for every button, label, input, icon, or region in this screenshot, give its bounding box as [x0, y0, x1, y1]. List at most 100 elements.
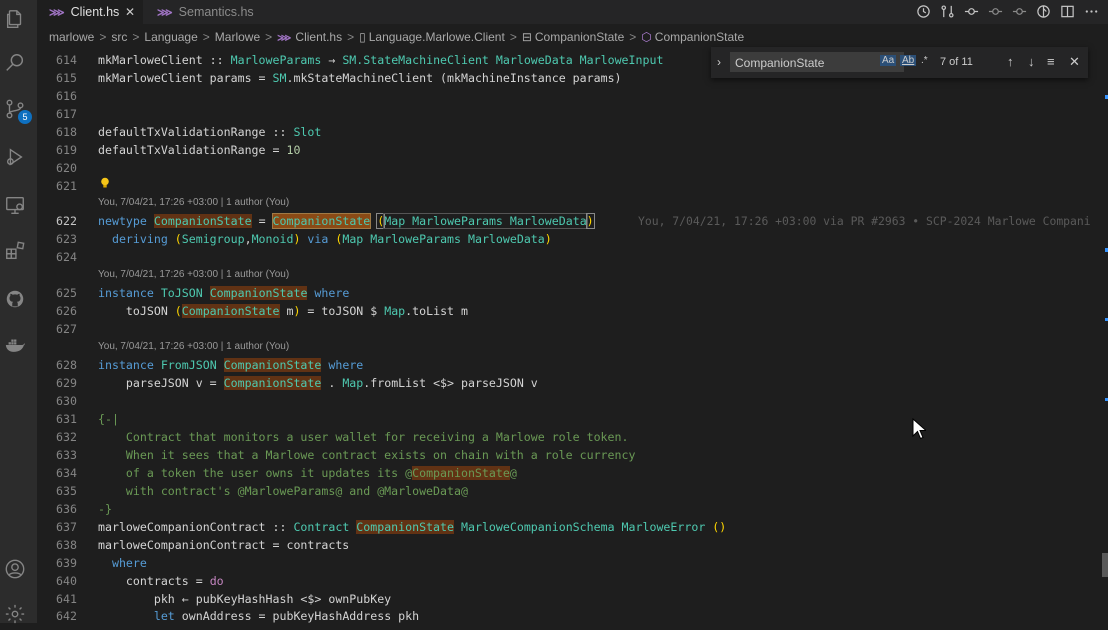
- source-control-icon[interactable]: 5: [4, 98, 32, 124]
- tab-semantics-hs[interactable]: ⋙ Semantics.hs: [143, 0, 267, 24]
- breadcrumb-separator: >: [265, 30, 273, 44]
- tab-bar: ⋙ Client.hs ✕ ⋙ Semantics.hs: [37, 0, 1108, 24]
- code-lens-author[interactable]: You, 7/04/21, 17:26 +03:00 | 1 author (Y…: [98, 197, 289, 208]
- source-control-badge: 5: [18, 110, 32, 124]
- code-line: 620: [37, 159, 1108, 177]
- code-text: When it sees that a Marlowe contract exi…: [98, 448, 636, 462]
- line-number: 624: [56, 250, 77, 264]
- code-text: pkh ← pubKeyHashHash <$> ownPubKey: [98, 592, 392, 606]
- github-icon[interactable]: [4, 288, 26, 310]
- code-line-current: 622 newtype CompanionState = CompanionSta…: [37, 212, 1108, 230]
- line-number: 619: [56, 143, 77, 157]
- code-line: 618 defaultTxValidationRange :: Slot: [37, 123, 1108, 141]
- code-line: 637 marloweCompanionContract :: Contract …: [37, 518, 1108, 536]
- code-line: 625 instance ToJSON CompanionState where: [37, 284, 1108, 302]
- code-line: 632 Contract that monitors a user wallet…: [37, 428, 1108, 446]
- find-in-selection-icon[interactable]: ≡: [1047, 54, 1055, 69]
- line-number: 635: [56, 484, 77, 498]
- haskell-icon: ⋙: [157, 7, 173, 19]
- breadcrumb-separator: >: [509, 30, 517, 44]
- breadcrumb-separator: >: [132, 30, 140, 44]
- line-number: 618: [56, 125, 77, 139]
- breadcrumb-item[interactable]: Language: [144, 30, 197, 44]
- docker-icon[interactable]: [4, 334, 26, 356]
- remote-explorer-icon[interactable]: [4, 194, 26, 216]
- code-lens-author[interactable]: You, 7/04/21, 17:26 +03:00 | 1 author (Y…: [98, 269, 289, 280]
- toggle-replace-chevron-icon[interactable]: ›: [717, 55, 721, 69]
- activity-bar: 5: [0, 0, 37, 625]
- settings-gear-icon[interactable]: [4, 603, 26, 625]
- line-number: 625: [56, 286, 77, 300]
- inline-blame: You, 7/04/21, 17:26 +03:00 via PR #2963 …: [638, 214, 1091, 228]
- breadcrumb-item[interactable]: Language.Marlowe.Client: [369, 30, 505, 44]
- struct-icon: ⊟: [521, 30, 532, 44]
- code-line: 638 marloweCompanionContract = contracts: [37, 536, 1108, 554]
- code-text: parseJSON v = CompanionState . Map.fromL…: [98, 376, 538, 390]
- code-text: let ownAddress = pubKeyHashAddress pkh: [153, 609, 420, 623]
- scrollbar-thumb[interactable]: [1102, 553, 1108, 577]
- code-line: 635 with contract's @MarloweParams@ and …: [37, 482, 1108, 500]
- code-text: {-|: [98, 412, 119, 426]
- timeline-icon[interactable]: [916, 4, 932, 20]
- next-match-icon[interactable]: ↓: [1028, 54, 1035, 69]
- code-text: where: [98, 556, 147, 570]
- line-number: 623: [56, 232, 77, 246]
- code-line: 627: [37, 320, 1108, 338]
- breadcrumb-item[interactable]: CompanionState: [655, 30, 744, 44]
- code-line: 623 deriving (Semigroup,Monoid) via (Map…: [37, 230, 1108, 248]
- line-number: 626: [56, 304, 77, 318]
- breadcrumb-item[interactable]: CompanionState: [535, 30, 624, 44]
- tab-label: Client.hs: [70, 5, 120, 19]
- extensions-icon[interactable]: [4, 240, 26, 262]
- code-text: Contract that monitors a user wallet for…: [98, 430, 629, 444]
- close-icon[interactable]: ✕: [125, 0, 135, 24]
- code-line: 639 where: [37, 554, 1108, 572]
- breadcrumb-item[interactable]: src: [111, 30, 127, 44]
- code-text: mkMarloweClient params = SM.mkStateMachi…: [98, 71, 622, 85]
- line-number: 622: [56, 214, 77, 228]
- tab-client-hs[interactable]: ⋙ Client.hs ✕: [37, 0, 143, 24]
- code-text: toJSON (CompanionState m) = toJSON $ Map…: [98, 304, 468, 318]
- previous-match-icon[interactable]: ↑: [1007, 54, 1014, 69]
- code-text: deriving (Semigroup,Monoid) via (Map Mar…: [98, 232, 552, 246]
- compare-changes-icon[interactable]: [940, 4, 956, 20]
- code-line: 616: [37, 87, 1108, 105]
- code-line: 633 When it sees that a Marlowe contract…: [37, 446, 1108, 464]
- haskell-icon: ⋙: [277, 33, 292, 44]
- close-icon[interactable]: ✕: [1069, 54, 1080, 70]
- find-input[interactable]: CompanionState: [730, 52, 904, 72]
- open-changes-icon[interactable]: [964, 4, 980, 20]
- code-text: contracts = do: [98, 574, 224, 588]
- previous-change-icon[interactable]: [988, 4, 1004, 20]
- breadcrumb-separator: >: [99, 30, 107, 44]
- account-icon[interactable]: [4, 558, 26, 580]
- match-case-toggle[interactable]: Aa: [880, 55, 897, 66]
- split-editor-icon[interactable]: [1060, 4, 1076, 20]
- editor-toolbar: [916, 4, 1100, 20]
- breadcrumb-item[interactable]: Marlowe: [215, 30, 260, 44]
- search-icon[interactable]: [4, 52, 26, 74]
- code-text: with contract's @MarloweParams@ and @Mar…: [98, 484, 468, 498]
- toggle-blame-icon[interactable]: [1036, 4, 1052, 20]
- editor-area: ⋙ Client.hs ✕ ⋙ Semantics.hs marlowe > src > L…: [37, 0, 1108, 623]
- regex-toggle[interactable]: .*: [921, 55, 928, 66]
- whole-word-toggle[interactable]: Ab: [900, 55, 917, 66]
- explorer-icon[interactable]: [4, 8, 26, 30]
- breadcrumb-item[interactable]: marlowe: [49, 30, 94, 44]
- lightbulb-icon[interactable]: [100, 177, 110, 189]
- file-icon: ▯: [359, 30, 366, 44]
- line-number: 638: [56, 538, 77, 552]
- code-text: -}: [98, 502, 112, 516]
- code-line: 617: [37, 105, 1108, 123]
- code-line: 631 {-|: [37, 410, 1108, 428]
- code-lens-author[interactable]: You, 7/04/21, 17:26 +03:00 | 1 author (Y…: [98, 341, 289, 352]
- next-change-icon[interactable]: [1012, 4, 1028, 20]
- breadcrumb-separator: >: [202, 30, 210, 44]
- run-debug-icon[interactable]: [4, 146, 26, 168]
- line-number: 634: [56, 466, 77, 480]
- breadcrumb-item[interactable]: Client.hs: [295, 30, 342, 44]
- more-actions-icon[interactable]: [1084, 4, 1100, 20]
- code-line: 642 let ownAddress = pubKeyHashAddress p…: [37, 607, 1108, 625]
- breadcrumb: marlowe > src > Language > Marlowe > ⋙ Client.hs >…: [49, 27, 744, 47]
- breadcrumb-separator: >: [629, 30, 637, 44]
